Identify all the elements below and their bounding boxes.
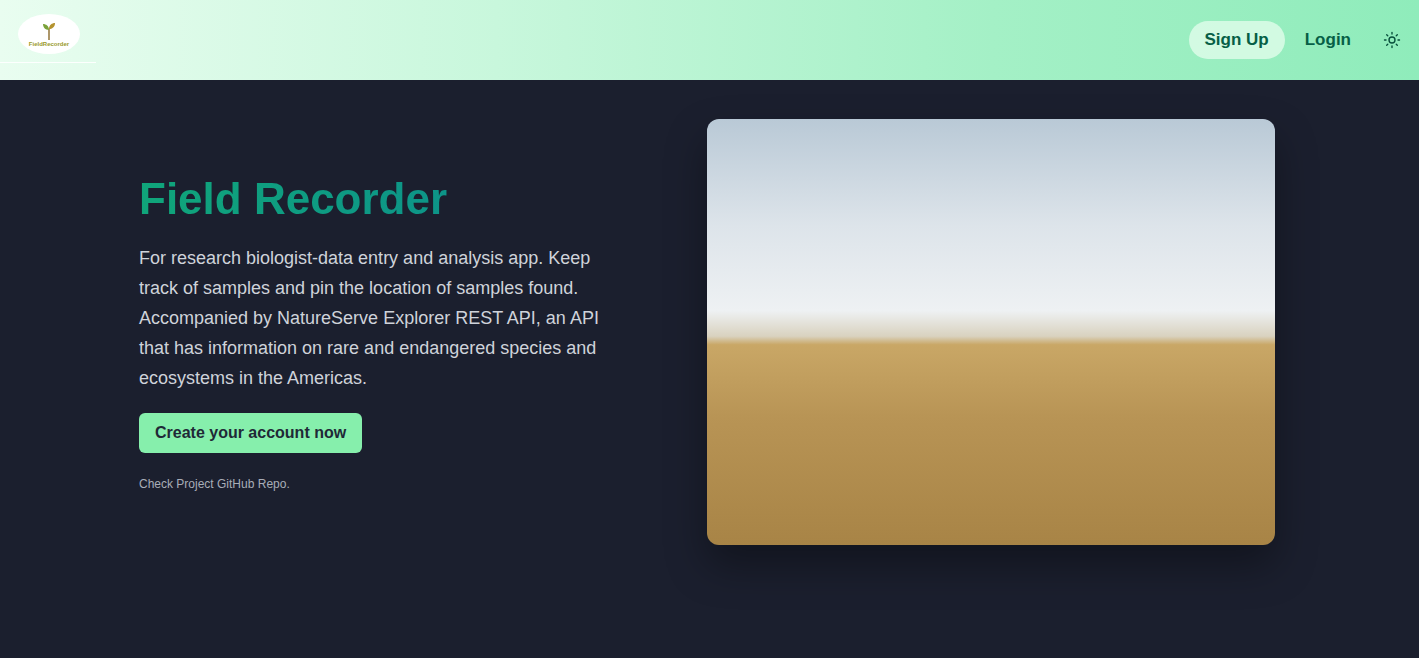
login-button[interactable]: Login	[1301, 21, 1355, 59]
page: FieldRecorderSign UpLoginField RecorderF…	[0, 0, 1419, 658]
hero-title: Field Recorder	[139, 173, 447, 226]
logo-badge: FieldRecorder	[18, 14, 80, 54]
nav: Sign Up Login	[1189, 21, 1405, 59]
hero-text: Field Recorder For research biologist-dat…	[139, 173, 601, 492]
hero-description: For research biologist-data entry and an…	[139, 243, 601, 393]
hero: Field Recorder For research biologist-dat…	[0, 80, 1419, 658]
github-link[interactable]: Check Project GitHub Repo.	[139, 477, 290, 491]
logo[interactable]: FieldRecorder	[0, 0, 96, 63]
header: FieldRecorder Sign Up Login	[0, 0, 1419, 80]
signup-button[interactable]: Sign Up	[1189, 21, 1285, 59]
create-account-button[interactable]: Create your account now	[139, 413, 362, 453]
sun-icon	[1383, 31, 1401, 49]
logo-text: FieldRecorder	[29, 41, 69, 47]
theme-toggle[interactable]	[1379, 27, 1405, 53]
plant-icon	[41, 22, 57, 40]
hero-image	[707, 119, 1275, 545]
